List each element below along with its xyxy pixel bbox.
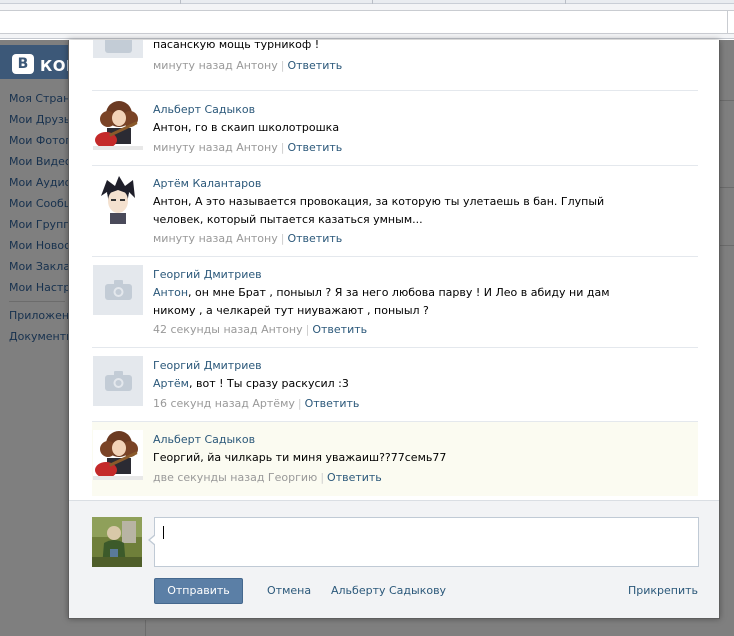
- comment-item: Георгий Дмитриев Артём, вот ! Ты сразу р…: [92, 348, 698, 422]
- comment-meta: 16 секунд назад Артёму | Ответить: [153, 397, 360, 410]
- browser-toolbar: [0, 4, 734, 39]
- cancel-link[interactable]: Отмена: [267, 584, 311, 597]
- guitar-girl-avatar-icon: [93, 100, 143, 150]
- reply-input[interactable]: [154, 517, 699, 567]
- comment-body: , он мне Брат , поныыл ? Я за него любов…: [153, 286, 610, 317]
- vk-logo-mark: В: [12, 54, 34, 74]
- comment-time: 42 секунды назад Антону: [153, 323, 303, 336]
- vk-logo[interactable]: В КОН: [0, 45, 79, 79]
- reply-recipient-link[interactable]: Альберту Садыкову: [331, 584, 446, 597]
- comment-text: пасанскую мощь турникоф !: [153, 40, 320, 51]
- comment-body: , вот ! Ты сразу раскусил :3: [188, 377, 349, 390]
- guitar-girl-avatar-icon: [93, 430, 143, 480]
- comment-text: Георгий, йа чилкарь ти миня уважаиш??77с…: [153, 451, 447, 464]
- anime-boy-avatar-icon: [93, 174, 143, 224]
- avatar[interactable]: [93, 265, 143, 315]
- send-button[interactable]: Отправить: [154, 578, 243, 604]
- avatar[interactable]: [93, 430, 143, 480]
- comment-meta: минуту назад Антону | Ответить: [153, 232, 343, 245]
- attach-link[interactable]: Прикрепить: [628, 584, 698, 597]
- reply-form: Отправить Отмена Альберту Садыкову Прикр…: [69, 500, 719, 618]
- comment-time: две секунды назад Георгию: [153, 471, 318, 484]
- comment-time: минуту назад Антону: [153, 141, 278, 154]
- reply-link[interactable]: Ответить: [327, 471, 382, 484]
- avatar[interactable]: [93, 356, 143, 406]
- reply-link[interactable]: Ответить: [287, 59, 342, 72]
- reply-link[interactable]: Ответить: [287, 141, 342, 154]
- camera-icon: [105, 40, 132, 53]
- comment-mention[interactable]: Артём: [153, 377, 189, 390]
- comment-item: Альберт Садыков Антон, го в скаип школот…: [92, 92, 698, 166]
- comment-author[interactable]: Альберт Садыков: [153, 433, 255, 446]
- comment-item-new: Альберт Садыков Георгий, йа чилкарь ти м…: [92, 422, 698, 496]
- background-divider: [145, 620, 146, 636]
- background-right-column: [720, 40, 734, 636]
- avatar[interactable]: [93, 100, 143, 150]
- reply-link[interactable]: Ответить: [312, 323, 367, 336]
- avatar[interactable]: [93, 174, 143, 224]
- comment-author[interactable]: Артём Калантаров: [153, 177, 261, 190]
- comment-time: минуту назад Антону: [153, 59, 278, 72]
- comment-author[interactable]: Георгий Дмитриев: [153, 268, 262, 281]
- camera-icon: [105, 280, 132, 300]
- comment-meta: 42 секунды назад Антону | Ответить: [153, 323, 368, 336]
- camera-icon: [105, 371, 132, 391]
- comment-meta: минуту назад Антону | Ответить: [153, 59, 343, 72]
- address-bar-edge: [727, 10, 728, 34]
- reply-box-pointer-inner: [150, 535, 156, 545]
- reply-link[interactable]: Ответить: [287, 232, 342, 245]
- comments-modal: пасанскую мощь турникоф ! минуту назад А…: [68, 40, 720, 619]
- comments-list: пасанскую мощь турникоф ! минуту назад А…: [69, 40, 719, 500]
- comment-item: пасанскую мощь турникоф ! минуту назад А…: [92, 40, 698, 91]
- address-bar[interactable]: [0, 10, 734, 34]
- comment-meta: две секунды назад Георгию | Ответить: [153, 471, 382, 484]
- my-avatar[interactable]: [92, 517, 142, 567]
- comment-author[interactable]: Георгий Дмитриев: [153, 359, 262, 372]
- avatar[interactable]: [93, 40, 143, 58]
- background-divider: [720, 245, 734, 246]
- comment-mention[interactable]: Антон: [153, 286, 188, 299]
- background-divider: [720, 100, 734, 101]
- comment-author[interactable]: Альберт Садыков: [153, 103, 255, 116]
- comment-time: 16 секунд назад Артёму: [153, 397, 295, 410]
- comment-item: Георгий Дмитриев Антон, он мне Брат , по…: [92, 257, 698, 348]
- background-divider: [720, 187, 734, 188]
- sidebar-divider: [9, 301, 65, 302]
- comment-text: Артём, вот ! Ты сразу раскусил :3: [153, 375, 623, 393]
- reply-link[interactable]: Ответить: [305, 397, 360, 410]
- comment-text: Антон, А это называется провокация, за к…: [153, 195, 605, 226]
- text-caret: [163, 526, 164, 539]
- comment-time: минуту назад Антону: [153, 232, 278, 245]
- comment-meta: минуту назад Антону | Ответить: [153, 141, 343, 154]
- comment-text: Антон, он мне Брат , поныыл ? Я за него …: [153, 284, 623, 320]
- comment-text: Антон, го в скаип школотрошка: [153, 121, 340, 134]
- user-photo-avatar-icon: [92, 517, 142, 567]
- comment-item: Артём Калантаров Антон, А это называется…: [92, 166, 698, 257]
